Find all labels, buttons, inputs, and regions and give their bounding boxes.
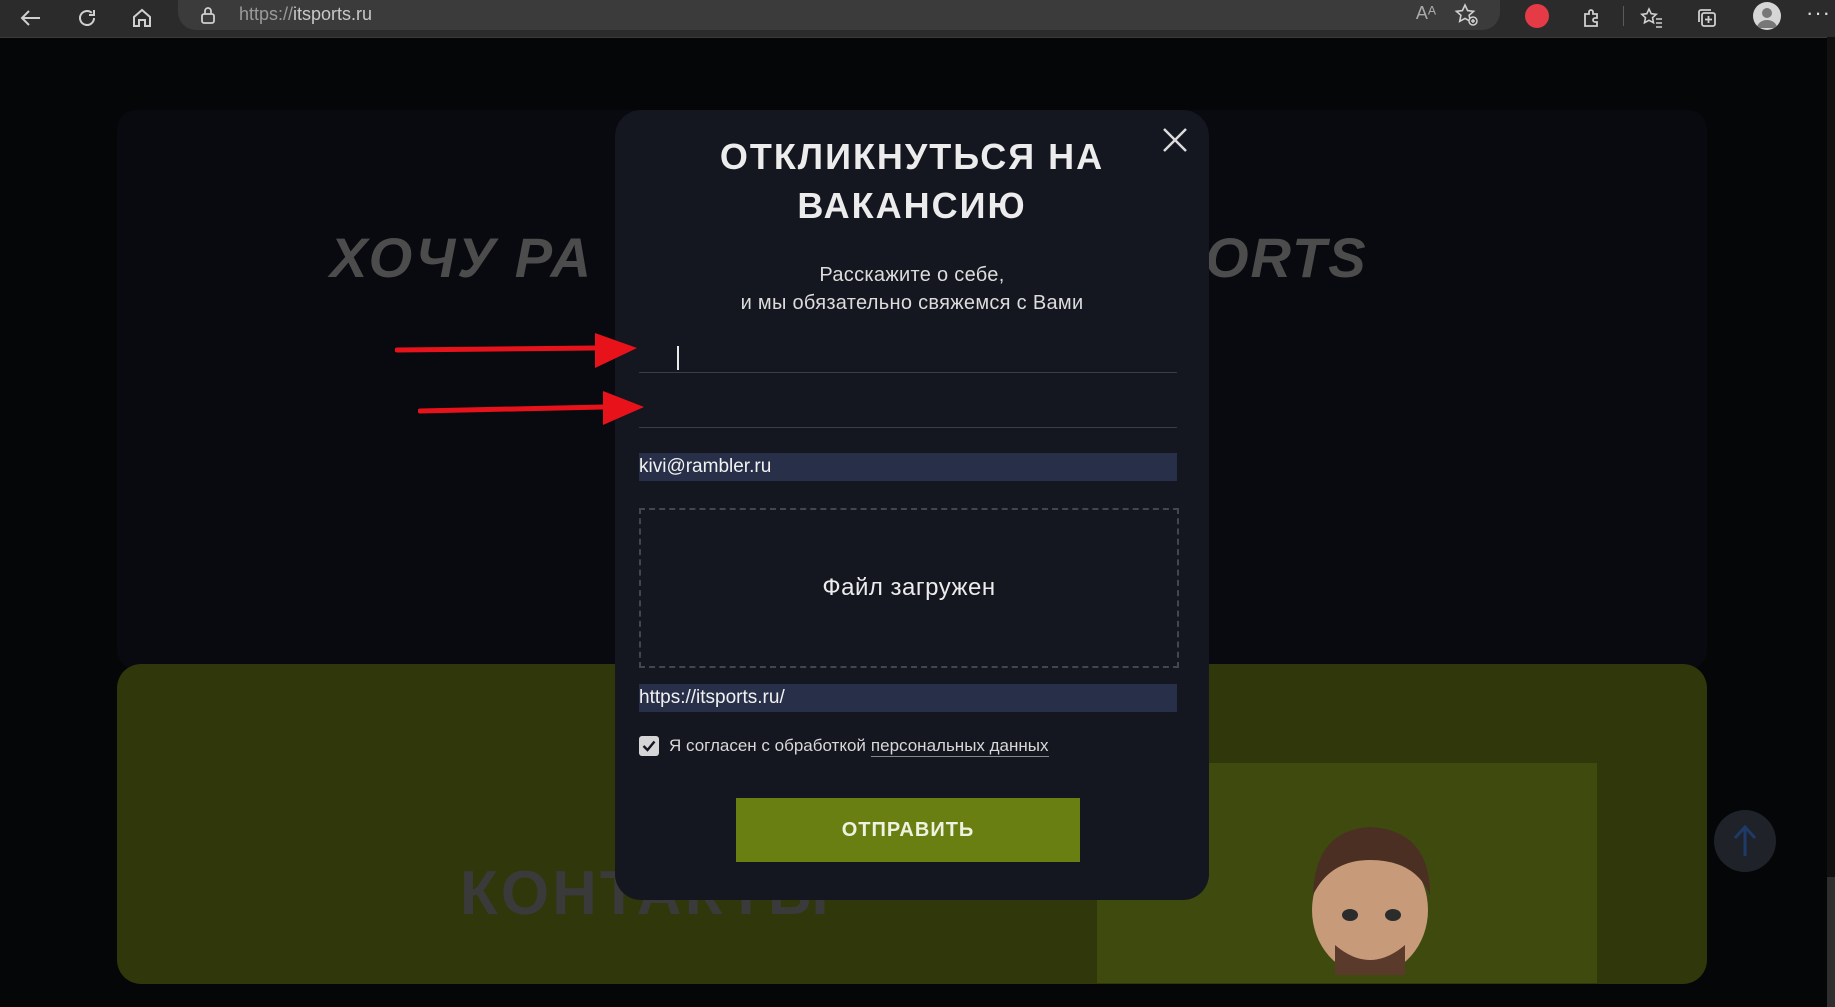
resume-upload-dropzone[interactable]: Файл загружен — [639, 508, 1179, 668]
more-menu-icon[interactable]: ··· — [1806, 0, 1831, 26]
modal-title: ОТКЛИКНУТЬСЯ НА ВАКАНСИЮ — [615, 132, 1209, 230]
hero-title-left: ХОЧУ РА — [330, 226, 593, 289]
hero-title-right: ORTS — [1205, 226, 1368, 289]
extensions-puzzle-icon[interactable] — [1577, 4, 1607, 32]
modal-title-line2: ВАКАНСИЮ — [797, 185, 1027, 226]
modal-subtitle: Расскажите о себе, и мы обязательно свяж… — [615, 261, 1209, 317]
page-scrollbar[interactable] — [1827, 37, 1835, 1007]
modal-title-line1: ОТКЛИКНУТЬСЯ НА — [719, 136, 1105, 177]
annotation-arrow-icon — [418, 391, 644, 425]
phone-field[interactable] — [639, 387, 1177, 428]
email-field[interactable]: kivi@rambler.ru — [639, 453, 1177, 481]
consent-row[interactable]: Я согласен с обработкой персональных дан… — [639, 734, 1049, 758]
submit-button[interactable]: ОТПРАВИТЬ — [736, 798, 1080, 862]
toolbar-divider — [1623, 6, 1624, 26]
add-favorite-icon[interactable] — [1454, 3, 1478, 32]
lock-icon — [200, 6, 216, 29]
consent-checkbox[interactable] — [639, 736, 659, 756]
home-icon[interactable] — [127, 4, 157, 32]
consent-label: Я согласен с обработкой — [669, 736, 866, 755]
extension-icon[interactable] — [1525, 4, 1549, 28]
profile-avatar-icon[interactable] — [1753, 2, 1781, 30]
portfolio-link-field[interactable]: https://itsports.ru/ — [639, 684, 1177, 712]
modal-subtitle-line1: Расскажите о себе, — [819, 264, 1005, 286]
read-aloud-icon[interactable]: Aᴬ — [1416, 3, 1436, 24]
text-caret — [677, 346, 679, 370]
personal-data-link[interactable]: персональных данных — [870, 736, 1049, 757]
upload-status: Файл загружен — [822, 574, 996, 601]
address-bar[interactable]: https://itsports.ru Aᴬ — [178, 0, 1500, 30]
favorites-icon[interactable] — [1637, 4, 1667, 32]
scroll-to-top-button[interactable] — [1714, 810, 1776, 872]
annotation-arrow-icon — [395, 333, 637, 368]
collections-icon[interactable] — [1692, 4, 1722, 32]
vacancy-response-modal: ОТКЛИКНУТЬСЯ НА ВАКАНСИЮ Расскажите о се… — [615, 110, 1209, 900]
back-icon[interactable] — [16, 4, 46, 32]
mascot-avatar-image — [1295, 815, 1445, 975]
refresh-icon[interactable] — [72, 4, 102, 32]
scrollbar-thumb[interactable] — [1827, 877, 1835, 1007]
browser-toolbar: https://itsports.ru Aᴬ ··· — [0, 0, 1835, 38]
name-field[interactable] — [639, 332, 1177, 373]
modal-subtitle-line2: и мы обязательно свяжемся с Вами — [740, 292, 1084, 314]
url-text: https://itsports.ru — [239, 4, 373, 24]
